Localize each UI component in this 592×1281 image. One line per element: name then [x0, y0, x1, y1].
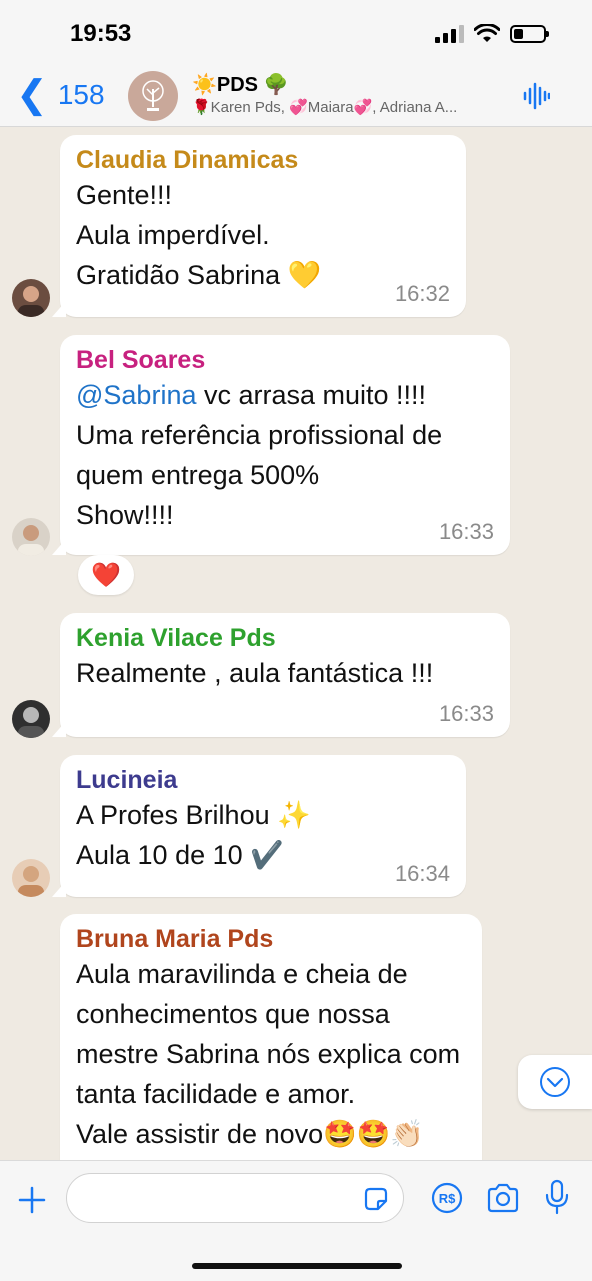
microphone-button[interactable] [544, 1179, 570, 1220]
group-name[interactable]: ☀️PDS 🌳 [192, 72, 288, 97]
message-bubble[interactable]: Bel Soares @Sabrina vc arrasa muito !!!!… [52, 335, 510, 555]
sticker-button[interactable] [362, 1185, 390, 1218]
waveform-icon [523, 82, 551, 110]
message-input[interactable] [66, 1173, 404, 1223]
message-bubble[interactable]: Kenia Vilace Pds Realmente , aula fantás… [52, 613, 510, 737]
camera-icon [487, 1183, 519, 1213]
signal-icon [435, 25, 464, 43]
wifi-icon [474, 24, 500, 42]
attach-button[interactable] [16, 1183, 48, 1223]
status-icons [435, 24, 549, 44]
message-time: 16:34 [394, 861, 450, 886]
message-bubble[interactable]: Bruna Maria Pds Aula maravilinda e cheia… [60, 914, 482, 1160]
currency-real-icon: R$ [431, 1182, 463, 1214]
chevron-left-icon: ❮ [16, 74, 48, 116]
camera-button[interactable] [486, 1183, 520, 1218]
sender-name: Bruna Maria Pds [76, 925, 274, 953]
sender-name: Bel Soares [76, 346, 206, 374]
group-avatar[interactable] [128, 71, 178, 121]
chevron-down-circle-icon [540, 1067, 570, 1097]
battery-icon [510, 25, 549, 43]
home-indicator [192, 1263, 402, 1269]
reaction-badge[interactable]: ❤️ [78, 555, 134, 595]
avatar[interactable] [12, 859, 50, 897]
avatar[interactable] [12, 518, 50, 556]
voice-chat-button[interactable] [522, 82, 551, 115]
group-members[interactable]: 🌹Karen Pds, 💞Maiara💞, Adriana A... [192, 98, 502, 116]
unread-count: 158 [57, 79, 105, 110]
avatar[interactable] [12, 279, 50, 317]
mention-link[interactable]: @Sabrina [76, 380, 196, 410]
sender-name: Kenia Vilace Pds [76, 624, 276, 652]
microphone-icon [545, 1179, 569, 1215]
message-time: 16:33 [438, 519, 494, 544]
avatar[interactable] [12, 700, 50, 738]
payment-button[interactable]: R$ [430, 1181, 464, 1220]
message-time: 16:33 [438, 701, 494, 726]
message-text: Realmente , aula fantástica !!! [76, 658, 434, 688]
status-time: 19:53 [70, 20, 132, 47]
sender-name: Claudia Dinamicas [76, 146, 299, 174]
message-text: Aula maravilinda e cheia de conhecimento… [76, 959, 461, 1149]
scroll-to-bottom-button[interactable] [518, 1055, 592, 1109]
sender-name: Lucineia [76, 766, 178, 794]
sticker-icon [364, 1187, 388, 1211]
message-text: A Profes Brilhou ✨ Aula 10 de 10 ✔️ [76, 800, 311, 870]
plus-icon [18, 1186, 46, 1214]
message-text: @Sabrina vc arrasa muito !!!! Uma referê… [76, 380, 443, 530]
message-text: Gente!!! Aula imperdível. Gratidão Sabri… [76, 180, 322, 290]
message-time: 16:32 [394, 281, 450, 306]
svg-text:R$: R$ [439, 1191, 456, 1206]
status-bar: 19:53 [0, 0, 592, 68]
back-button[interactable]: ❮ 158 [16, 76, 105, 114]
input-bar: R$ [0, 1160, 592, 1281]
tree-logo-icon [142, 80, 164, 111]
message-list[interactable]: Claudia Dinamicas Gente!!! Aula imperdív… [0, 127, 592, 1160]
chat-header: ❮ 158 ☀️PDS 🌳 🌹Karen Pds, 💞Maiara💞, Adri… [0, 68, 592, 127]
message-bubble[interactable]: Claudia Dinamicas Gente!!! Aula imperdív… [52, 135, 466, 317]
message-bubble[interactable]: Lucineia A Profes Brilhou ✨ Aula 10 de 1… [52, 755, 466, 897]
